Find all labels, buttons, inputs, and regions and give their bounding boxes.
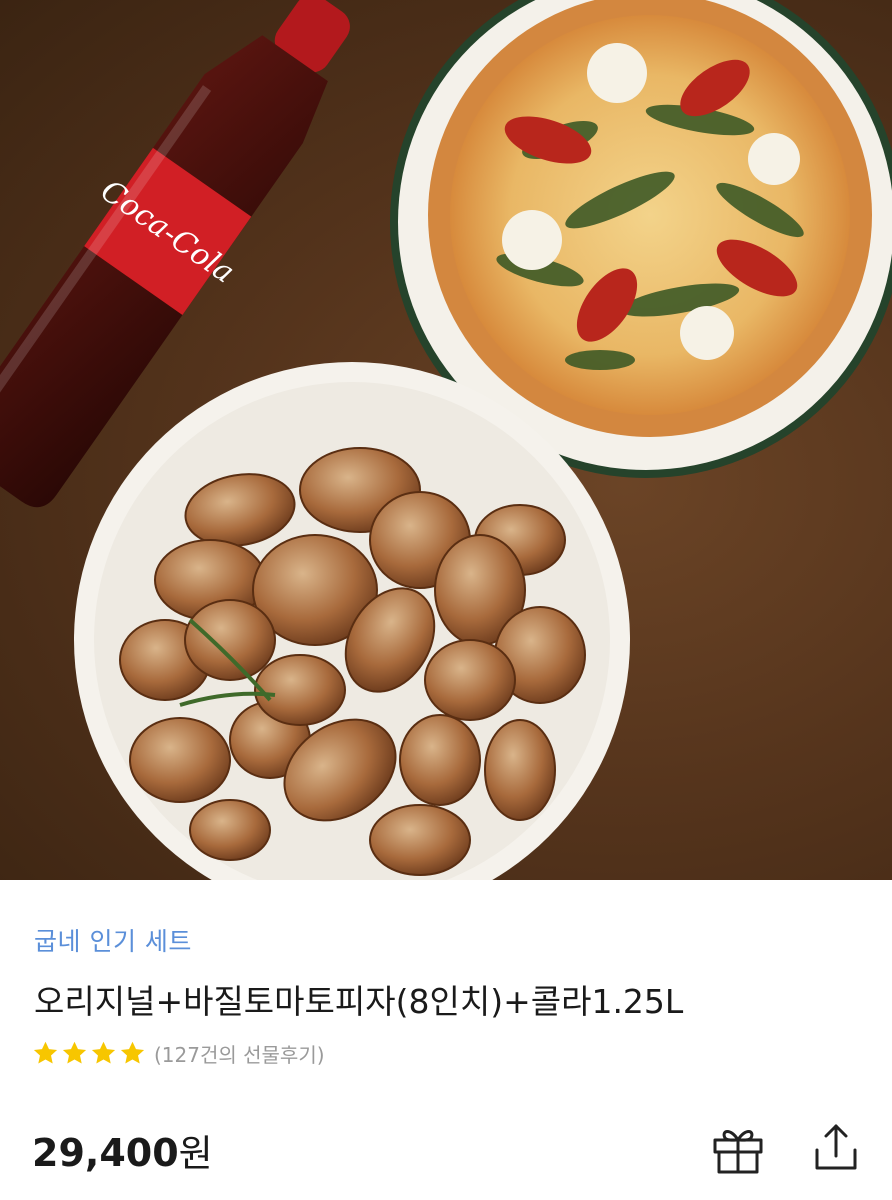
star-rating xyxy=(32,1040,146,1067)
star-icon xyxy=(91,1041,116,1064)
share-icon xyxy=(815,1124,857,1170)
star-icon xyxy=(33,1041,58,1064)
rating-row[interactable]: (127건의 선물후기) xyxy=(32,1039,325,1068)
product-photo-illustration: Coca-Cola xyxy=(0,0,892,880)
star-icon xyxy=(120,1041,145,1064)
brand-name[interactable]: 굽네 인기 세트 xyxy=(34,922,192,958)
gift-icon xyxy=(713,1130,763,1174)
product-title: 오리지널+바질토마토피자(8인치)+콜라1.25L xyxy=(34,982,684,1021)
price-unit: 원 xyxy=(178,1132,213,1175)
share-button[interactable] xyxy=(807,1118,865,1176)
product-image[interactable]: Coca-Cola xyxy=(0,0,892,880)
star-icon xyxy=(62,1041,87,1064)
price: 29,400원 xyxy=(32,1123,213,1177)
review-count[interactable]: (127건의 선물후기) xyxy=(154,1039,325,1068)
price-amount: 29,400 xyxy=(32,1131,179,1175)
gift-button[interactable] xyxy=(709,1120,767,1178)
